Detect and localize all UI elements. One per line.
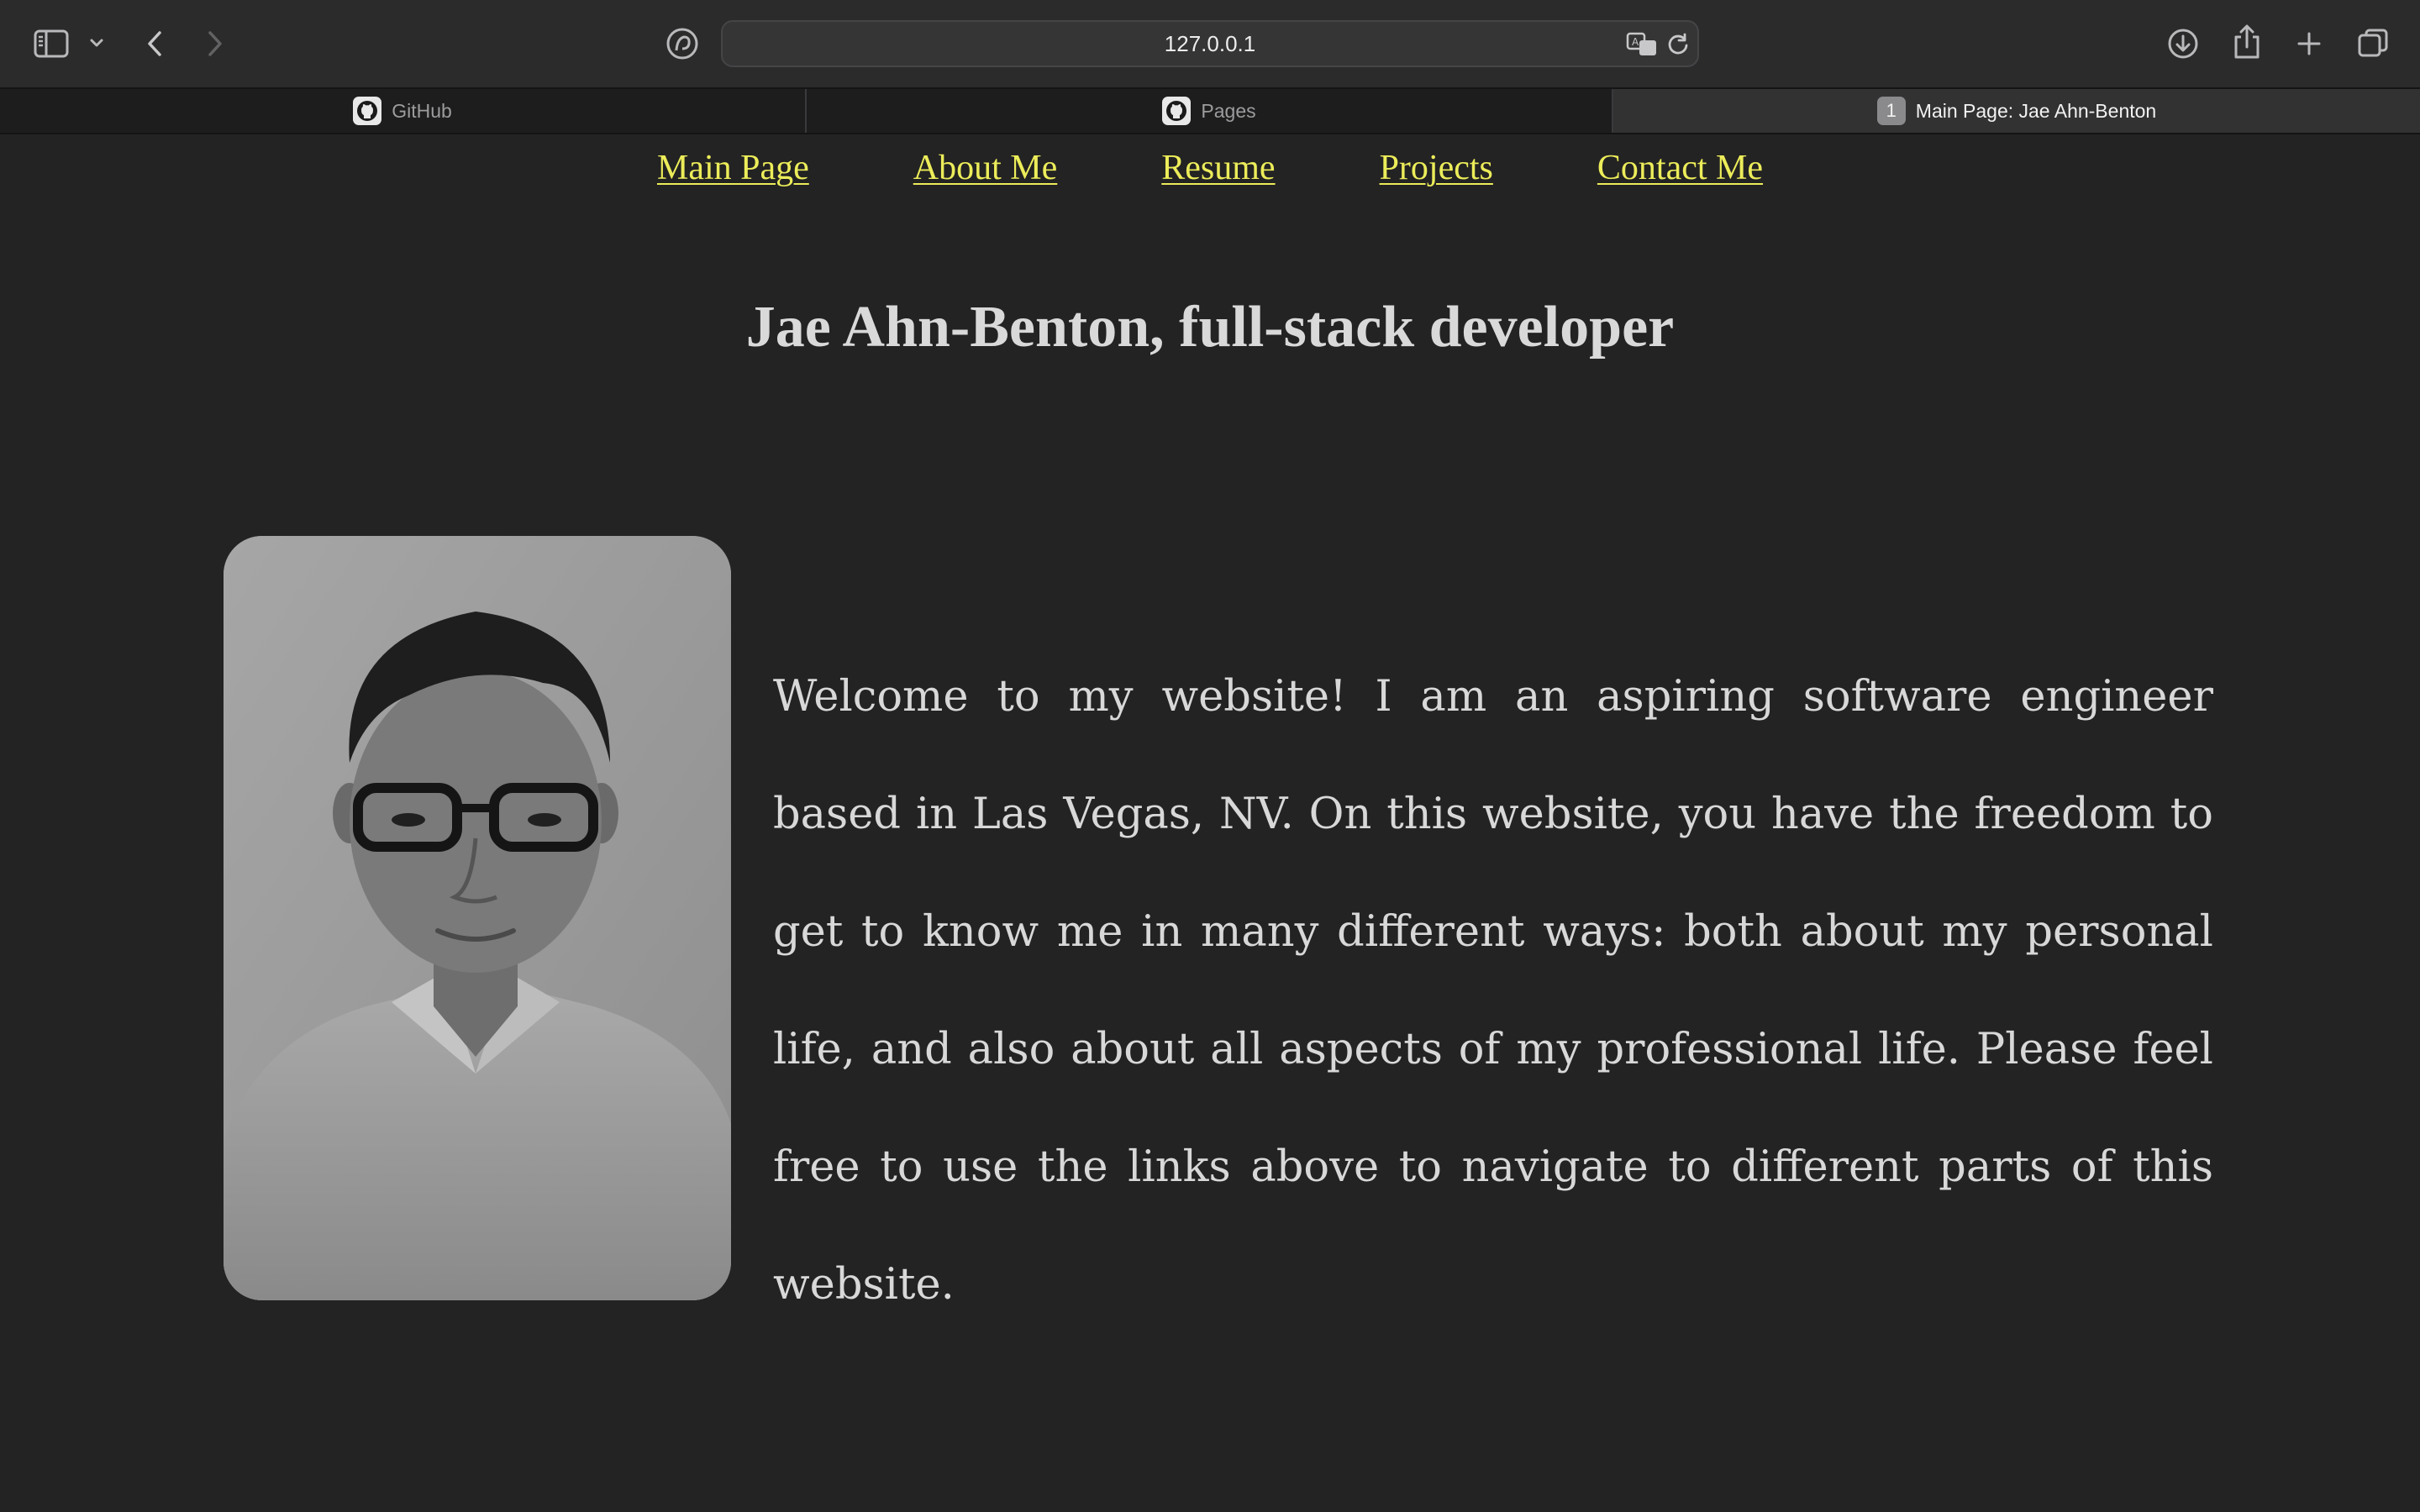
tab-group-menu-button[interactable] <box>86 32 108 54</box>
nav-link-about-me[interactable]: About Me <box>913 148 1058 188</box>
tab-label: GitHub <box>392 99 452 122</box>
page-title: Jae Ahn-Benton, full-stack developer <box>745 295 1675 360</box>
browser-toolbar: 127.0.0.1 A <box>0 0 2420 87</box>
site-nav: Main Page About Me Resume Projects Conta… <box>0 148 2420 188</box>
share-icon <box>2234 24 2260 59</box>
github-icon <box>353 97 382 125</box>
address-text: 127.0.0.1 <box>1164 30 1256 56</box>
tab-label: Pages <box>1201 99 1256 122</box>
tab-overview-icon <box>2358 29 2388 57</box>
forward-icon <box>208 31 222 56</box>
chevron-down-icon <box>90 39 103 47</box>
forward-button[interactable] <box>198 25 232 62</box>
tab-number-badge: 1 <box>1876 97 1906 125</box>
web-page: Main Page About Me Resume Projects Conta… <box>0 134 2420 1512</box>
tab-label: Main Page: Jae Ahn-Benton <box>1915 99 2157 122</box>
reload-icon <box>1668 33 1688 55</box>
tab-github[interactable]: GitHub <box>0 89 807 133</box>
back-icon <box>148 31 161 56</box>
sidebar-icon <box>34 29 69 58</box>
reload-button[interactable] <box>1665 32 1691 57</box>
back-button[interactable] <box>138 25 171 62</box>
new-tab-icon <box>2297 32 2321 55</box>
nav-link-projects[interactable]: Projects <box>1380 148 1493 188</box>
downloads-button[interactable] <box>2166 25 2200 62</box>
privacy-report-button[interactable] <box>664 25 701 62</box>
nav-link-main-page[interactable]: Main Page <box>657 148 809 188</box>
tab-bar: GitHub Pages 1 Main Page: Jae Ahn-Benton <box>0 87 2420 134</box>
privacy-icon <box>666 28 698 60</box>
profile-photo <box>224 536 731 1300</box>
sidebar-toggle-button[interactable] <box>32 25 71 62</box>
tab-overview-button[interactable] <box>2354 25 2391 62</box>
share-button[interactable] <box>2230 22 2264 62</box>
download-icon <box>2168 29 2198 59</box>
intro-paragraph: Welcome to my website! I am an aspiring … <box>773 672 2213 1310</box>
tab-main-page[interactable]: 1 Main Page: Jae Ahn-Benton <box>1613 89 2420 133</box>
new-tab-button[interactable] <box>2292 25 2326 62</box>
github-icon <box>1162 97 1192 125</box>
tab-pages[interactable]: Pages <box>807 89 1613 133</box>
translate-button[interactable]: A <box>1625 30 1659 59</box>
address-bar[interactable]: 127.0.0.1 A <box>721 20 1699 67</box>
nav-link-resume[interactable]: Resume <box>1161 148 1275 188</box>
nav-link-contact-me[interactable]: Contact Me <box>1597 148 1763 188</box>
translate-icon: A <box>1626 32 1656 55</box>
svg-text:A: A <box>1632 36 1639 48</box>
